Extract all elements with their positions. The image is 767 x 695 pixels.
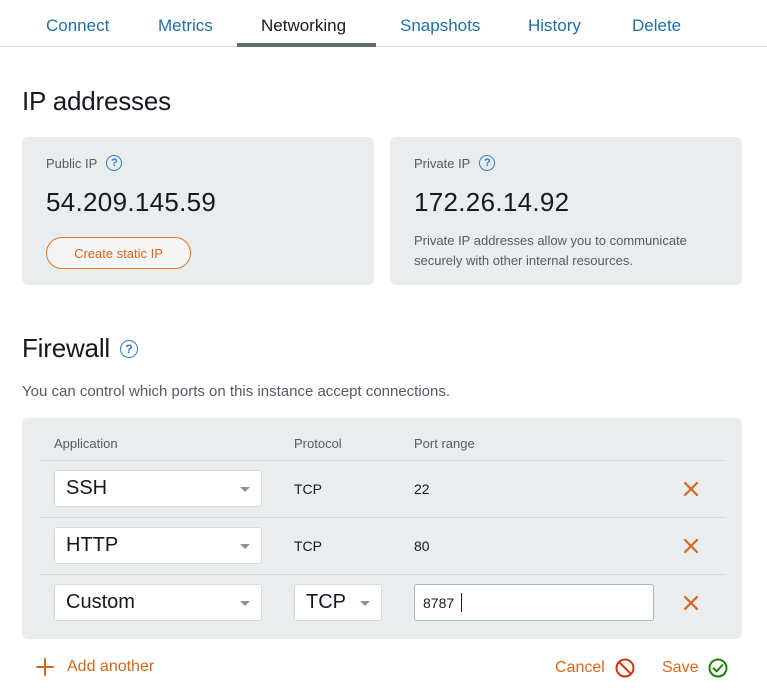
port-range-input[interactable] bbox=[414, 584, 654, 621]
private-ip-label-row: Private IP ? bbox=[414, 155, 496, 171]
public-ip-value: 54.209.145.59 bbox=[46, 187, 217, 217]
tab-connect[interactable]: Connect bbox=[46, 16, 109, 36]
row-divider bbox=[40, 460, 726, 461]
caret-down-icon bbox=[240, 601, 250, 606]
protocol-select-value: TCP bbox=[306, 591, 346, 613]
tab-networking[interactable]: Networking bbox=[261, 16, 346, 36]
private-ip-description: Private IP addresses allow you to commun… bbox=[414, 233, 687, 268]
question-circle-icon[interactable]: ? bbox=[119, 339, 138, 358]
close-x-icon[interactable] bbox=[683, 538, 699, 554]
public-ip-label: Public IP bbox=[46, 155, 98, 171]
public-ip-card: Public IP ? 54.209.145.59 Create static … bbox=[22, 137, 374, 285]
firewall-rules-table: Application Protocol Port range SSH TCP … bbox=[22, 418, 742, 639]
caret-down-icon bbox=[360, 601, 370, 606]
column-header-application: Application bbox=[54, 436, 118, 451]
question-circle-icon[interactable]: ? bbox=[479, 155, 496, 171]
private-ip-card: Private IP ? 172.26.14.92 Private IP add… bbox=[390, 137, 742, 285]
active-tab-indicator bbox=[237, 43, 376, 47]
ip-addresses-heading: IP addresses bbox=[22, 86, 171, 116]
application-select-ssh[interactable]: SSH bbox=[54, 470, 262, 507]
save-button[interactable]: Save bbox=[662, 658, 728, 678]
cancel-label: Cancel bbox=[555, 659, 605, 676]
firewall-heading-row: Firewall ? bbox=[22, 333, 138, 364]
text-cursor bbox=[461, 593, 462, 612]
tab-history[interactable]: History bbox=[528, 16, 581, 36]
cancel-button[interactable]: Cancel bbox=[555, 658, 635, 678]
application-select-custom[interactable]: Custom bbox=[54, 584, 262, 621]
public-ip-label-row: Public IP ? bbox=[46, 155, 123, 171]
protocol-value: TCP bbox=[294, 481, 322, 497]
caret-down-icon bbox=[240, 544, 250, 549]
row-divider bbox=[40, 574, 726, 575]
row-divider bbox=[40, 517, 726, 518]
private-ip-label: Private IP bbox=[414, 155, 471, 171]
add-another-label: Add another bbox=[67, 658, 155, 675]
tab-bar: Connect Metrics Networking Snapshots His… bbox=[0, 0, 767, 47]
firewall-heading: Firewall bbox=[22, 333, 110, 363]
protocol-select[interactable]: TCP bbox=[294, 584, 382, 621]
tab-metrics[interactable]: Metrics bbox=[158, 16, 213, 36]
create-static-ip-button[interactable]: Create static IP bbox=[46, 237, 191, 269]
application-select-http[interactable]: HTTP bbox=[54, 527, 262, 564]
firewall-description: You can control which ports on this inst… bbox=[22, 383, 451, 400]
close-x-icon[interactable] bbox=[683, 595, 699, 611]
check-circle-icon bbox=[708, 658, 728, 678]
close-x-icon[interactable] bbox=[683, 481, 699, 497]
protocol-value: TCP bbox=[294, 538, 322, 554]
application-select-value: HTTP bbox=[66, 534, 119, 556]
application-select-value: Custom bbox=[66, 591, 135, 613]
port-range-value: 22 bbox=[414, 481, 430, 497]
column-header-port-range: Port range bbox=[414, 436, 475, 451]
plus-icon bbox=[36, 658, 54, 676]
tab-snapshots[interactable]: Snapshots bbox=[400, 16, 480, 36]
port-range-value: 80 bbox=[414, 538, 430, 554]
add-another-button[interactable]: Add another bbox=[36, 658, 154, 676]
column-header-protocol: Protocol bbox=[294, 436, 342, 451]
tab-delete[interactable]: Delete bbox=[632, 16, 681, 36]
question-circle-icon[interactable]: ? bbox=[106, 155, 123, 171]
application-select-value: SSH bbox=[66, 477, 108, 499]
prohibited-icon bbox=[615, 658, 635, 678]
caret-down-icon bbox=[240, 487, 250, 492]
save-label: Save bbox=[662, 659, 699, 676]
private-ip-value: 172.26.14.92 bbox=[414, 187, 570, 217]
